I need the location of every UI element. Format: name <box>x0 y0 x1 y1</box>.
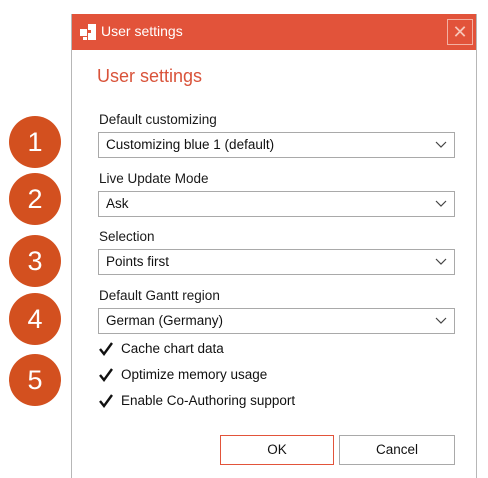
default-customizing-value: Customizing blue 1 (default) <box>106 137 275 152</box>
step-badge-5: 5 <box>9 354 61 406</box>
ok-button[interactable]: OK <box>220 435 334 465</box>
close-icon: ✕ <box>452 22 468 42</box>
optimize-memory-usage-label: Optimize memory usage <box>121 367 268 382</box>
selection-value: Points first <box>106 254 170 269</box>
cancel-button[interactable]: Cancel <box>339 435 455 465</box>
default-customizing-label: Default customizing <box>99 112 217 127</box>
cache-chart-data-label: Cache chart data <box>121 341 224 356</box>
step-badge-4: 4 <box>9 293 61 345</box>
chevron-down-icon <box>435 317 447 324</box>
selection-label: Selection <box>99 229 155 244</box>
checkmark-icon <box>99 394 113 408</box>
step-badge-1: 1 <box>9 116 61 168</box>
page-title: User settings <box>97 66 203 86</box>
chevron-down-icon <box>435 200 447 207</box>
window-title: User settings <box>101 23 183 39</box>
close-button[interactable]: ✕ <box>447 19 473 45</box>
default-gantt-region-label: Default Gantt region <box>99 288 220 303</box>
title-bar[interactable]: User settings ✕ <box>72 14 476 50</box>
checkmark-icon <box>99 368 113 382</box>
chevron-down-icon <box>435 141 447 148</box>
enable-co-authoring-label: Enable Co-Authoring support <box>121 393 296 408</box>
puzzle-icon <box>80 24 96 40</box>
selection-select[interactable]: Points first <box>98 249 455 275</box>
user-settings-dialog: User settings ✕ User settings Default cu… <box>71 14 477 478</box>
live-update-mode-value: Ask <box>106 196 129 211</box>
step-badge-3: 3 <box>9 235 61 287</box>
default-gantt-region-value: German (Germany) <box>106 313 224 328</box>
live-update-mode-label: Live Update Mode <box>99 171 209 186</box>
step-badge-2: 2 <box>9 173 61 225</box>
checkmark-icon <box>99 342 113 356</box>
default-customizing-select[interactable]: Customizing blue 1 (default) <box>98 132 455 158</box>
default-gantt-region-select[interactable]: German (Germany) <box>98 308 455 334</box>
chevron-down-icon <box>435 258 447 265</box>
live-update-mode-select[interactable]: Ask <box>98 191 455 217</box>
